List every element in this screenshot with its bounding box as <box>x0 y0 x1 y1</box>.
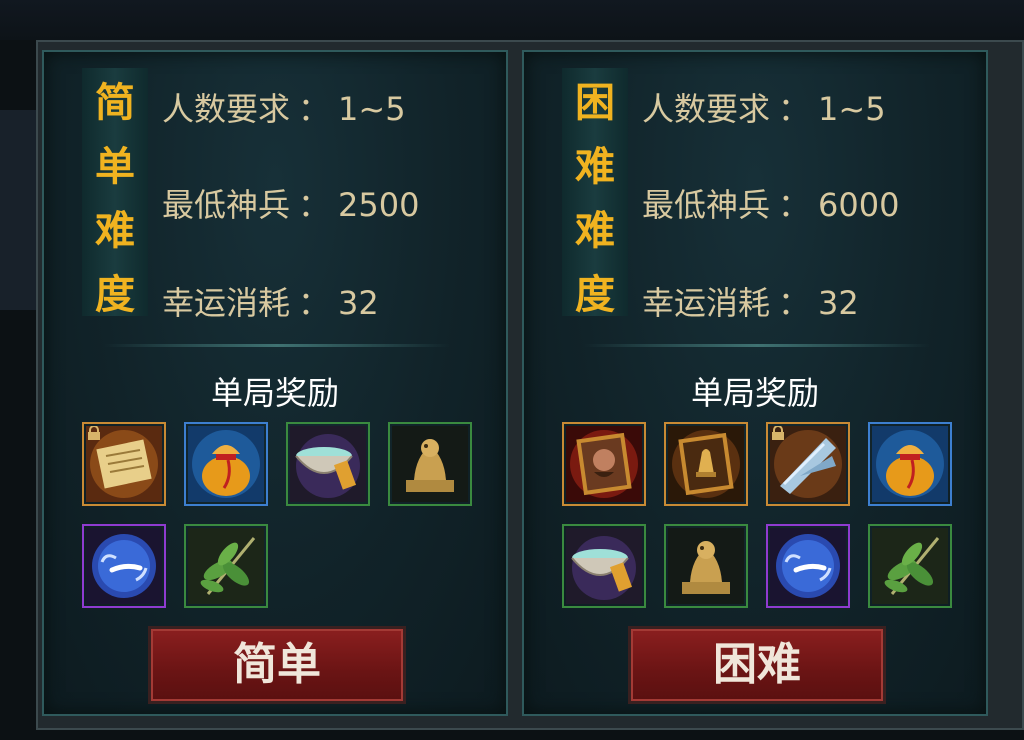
easy-start-button[interactable]: 简单 <box>148 626 406 704</box>
divider <box>584 344 930 347</box>
top-background <box>0 0 1024 40</box>
difficulty-title: 困 难 难 度 <box>562 68 628 318</box>
min-weapon-label: 最低神兵 <box>162 186 291 224</box>
reward-slot[interactable] <box>562 422 646 506</box>
golden-seal-item-icon <box>668 528 744 604</box>
luck-cost-value: 32 <box>338 284 379 322</box>
title-char: 单 <box>95 144 135 190</box>
min-weapon-value: 2500 <box>338 186 420 224</box>
reward-slot[interactable] <box>766 524 850 608</box>
luck-cost-label: 幸运消耗 <box>162 284 291 322</box>
easy-difficulty-panel: 简 单 难 度 人数要求： 1~5 最低神兵： 2500 幸运消耗： 32 单局奖励 <box>42 50 508 716</box>
herb-leaves-item-icon <box>872 528 948 604</box>
reward-slot[interactable] <box>562 524 646 608</box>
reward-slot[interactable] <box>184 422 268 506</box>
reward-slot[interactable] <box>184 524 268 608</box>
reward-slot[interactable] <box>766 422 850 506</box>
reward-slot[interactable] <box>868 422 952 506</box>
player-count-value: 1~5 <box>818 90 886 128</box>
colon: ： <box>298 90 331 128</box>
bowl-item-icon <box>566 528 642 604</box>
spirit-orb-item-icon <box>770 528 846 604</box>
title-char: 困 <box>575 80 615 126</box>
reward-slot[interactable] <box>388 422 472 506</box>
min-weapon-row: 最低神兵： 6000 <box>642 180 899 226</box>
button-label: 简单 <box>233 639 321 690</box>
colon: ： <box>298 186 331 224</box>
lucky-bag-item-icon <box>872 426 948 502</box>
title-char: 难 <box>95 208 135 254</box>
colon: ： <box>778 90 811 128</box>
player-count-row: 人数要求： 1~5 <box>642 84 886 130</box>
reward-slot[interactable] <box>82 524 166 608</box>
lock-icon <box>772 426 784 440</box>
hard-start-button[interactable]: 困难 <box>628 626 886 704</box>
title-char: 难 <box>575 144 615 190</box>
title-char: 难 <box>575 208 615 254</box>
colon: ： <box>778 284 811 322</box>
bowl-item-icon <box>290 426 366 502</box>
reward-slot[interactable] <box>664 524 748 608</box>
left-background <box>0 110 36 310</box>
general-card-item-icon <box>566 426 642 502</box>
title-char: 度 <box>95 272 135 318</box>
min-weapon-row: 最低神兵： 2500 <box>162 180 419 226</box>
player-count-value: 1~5 <box>338 90 406 128</box>
herb-leaves-item-icon <box>188 528 264 604</box>
colon: ： <box>298 284 331 322</box>
bell-card-item-icon <box>668 426 744 502</box>
difficulty-title: 简 单 难 度 <box>82 68 148 318</box>
min-weapon-label: 最低神兵 <box>642 186 771 224</box>
luck-cost-row: 幸运消耗： 32 <box>642 278 859 324</box>
lock-icon <box>88 426 100 440</box>
reward-slot[interactable] <box>664 422 748 506</box>
golden-seal-item-icon <box>392 426 468 502</box>
title-char: 度 <box>575 272 615 318</box>
lucky-bag-item-icon <box>188 426 264 502</box>
luck-cost-row: 幸运消耗： 32 <box>162 278 379 324</box>
player-count-row: 人数要求： 1~5 <box>162 84 406 130</box>
reward-slot[interactable] <box>286 422 370 506</box>
player-count-label: 人数要求 <box>162 90 291 128</box>
min-weapon-value: 6000 <box>818 186 900 224</box>
hard-difficulty-panel: 困 难 难 度 人数要求： 1~5 最低神兵： 6000 幸运消耗： 32 单局奖励 <box>522 50 988 716</box>
luck-cost-value: 32 <box>818 284 859 322</box>
divider <box>104 344 450 347</box>
title-char: 简 <box>95 80 135 126</box>
player-count-label: 人数要求 <box>642 90 771 128</box>
spirit-orb-item-icon <box>86 528 162 604</box>
reward-title: 单局奖励 <box>210 374 339 412</box>
colon: ： <box>778 186 811 224</box>
button-label: 困难 <box>713 639 801 690</box>
reward-title: 单局奖励 <box>690 374 819 412</box>
reward-slot[interactable] <box>82 422 166 506</box>
luck-cost-label: 幸运消耗 <box>642 284 771 322</box>
reward-slot[interactable] <box>868 524 952 608</box>
